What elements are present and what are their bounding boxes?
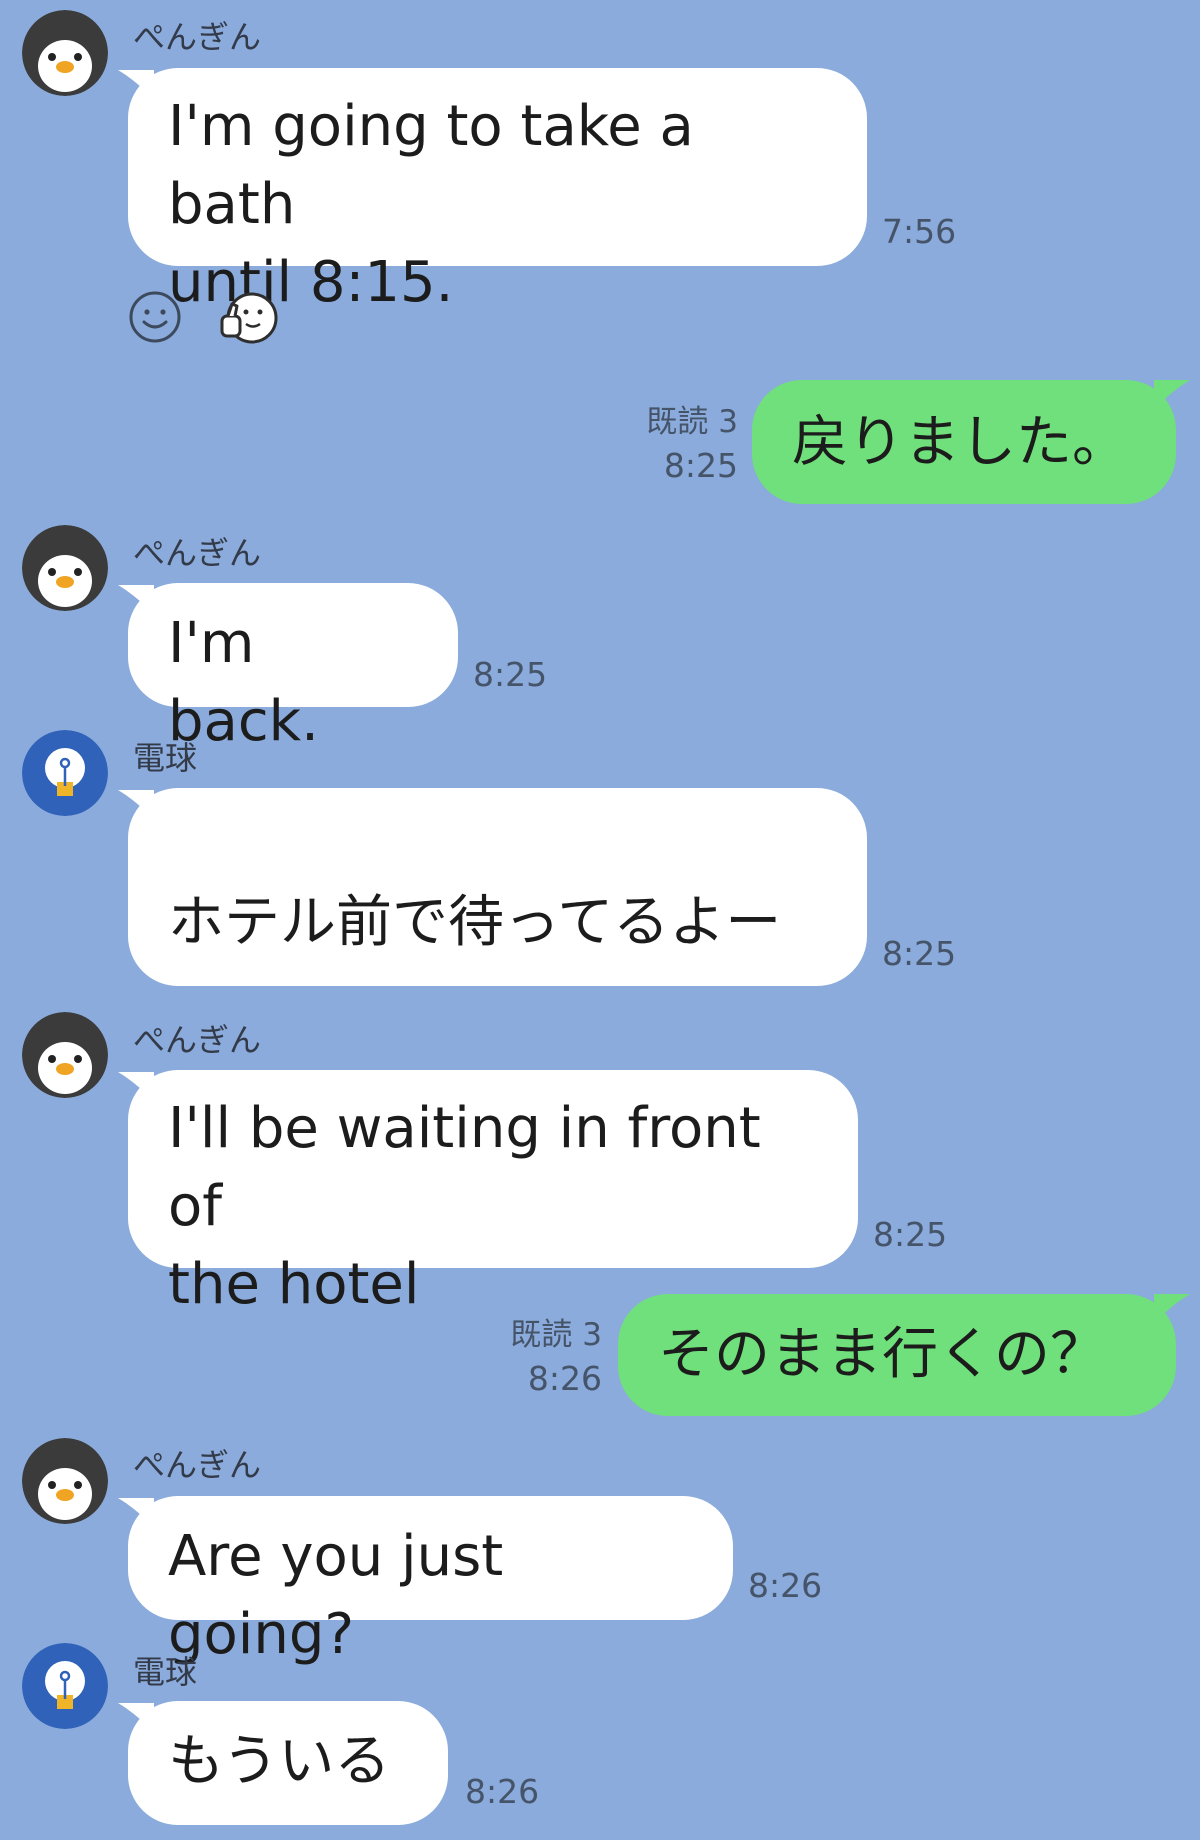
read-receipt: 既読 3 8:25 [600, 400, 738, 488]
message-time: 8:25 [873, 1215, 948, 1254]
message-time: 8:26 [465, 1772, 540, 1811]
message-time: 8:25 [882, 934, 957, 973]
sender-name: 電球 [133, 1653, 198, 1691]
penguin-icon [22, 1438, 108, 1524]
bulb-avatar[interactable] [22, 730, 108, 816]
penguin-icon [22, 1012, 108, 1098]
penguin-icon [22, 10, 108, 96]
message-time: 8:26 [527, 1359, 602, 1398]
message-bubble[interactable]: そのまま行くの？ [618, 1294, 1176, 1416]
lightbulb-icon [22, 730, 108, 816]
penguin-avatar[interactable] [22, 1438, 108, 1524]
sender-name: ぺんぎん [133, 18, 262, 56]
smiley-icon[interactable] [128, 290, 182, 348]
message-bubble[interactable]: 戻りました。 [752, 380, 1176, 504]
message-bubble[interactable]: I'm going to take a bath until 8:15. [128, 68, 867, 315]
message-bubble[interactable]: もういる [128, 1701, 448, 1825]
sender-name: 電球 [133, 739, 198, 777]
message-bubble[interactable]: ホテル前で待ってるよー [128, 788, 867, 986]
sender-name: ぺんぎん [133, 1446, 262, 1484]
message-bubble[interactable]: Are you just going? [128, 1496, 733, 1667]
read-receipt: 既読 3 8:26 [462, 1313, 602, 1401]
message-time: 8:25 [663, 446, 738, 485]
thumbs-up-sticker-icon[interactable] [218, 290, 278, 350]
penguin-icon [22, 525, 108, 611]
read-count: 既読 3 [510, 1317, 602, 1353]
bulb-avatar[interactable] [22, 1643, 108, 1729]
lightbulb-icon [22, 1643, 108, 1729]
penguin-avatar[interactable] [22, 525, 108, 611]
read-count: 既読 3 [646, 404, 738, 440]
message-time: 8:25 [473, 655, 548, 694]
penguin-avatar[interactable] [22, 10, 108, 96]
message-time: 7:56 [882, 212, 957, 251]
penguin-avatar[interactable] [22, 1012, 108, 1098]
sender-name: ぺんぎん [133, 534, 262, 572]
message-bubble[interactable]: I'll be waiting in front of the hotel [128, 1070, 858, 1317]
message-time: 8:26 [748, 1566, 823, 1605]
message-bubble[interactable]: I'm back. [128, 583, 458, 754]
sender-name: ぺんぎん [133, 1021, 262, 1059]
